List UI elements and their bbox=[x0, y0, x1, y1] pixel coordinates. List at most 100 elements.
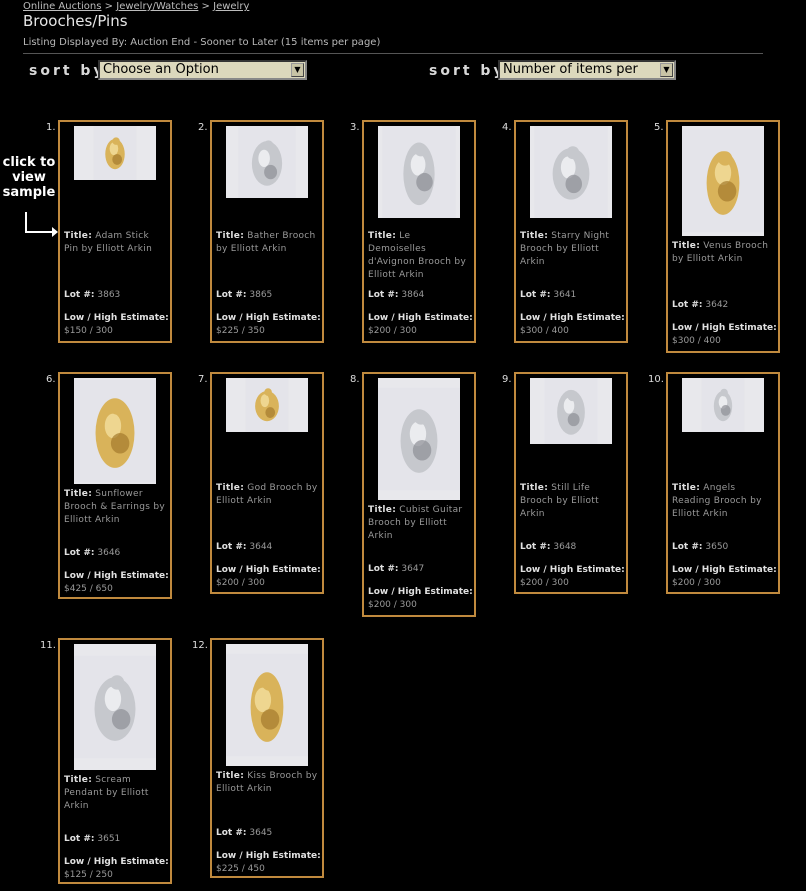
lot-label: Lot #: bbox=[216, 290, 247, 300]
item-lot-number: 3641 bbox=[553, 290, 577, 300]
item-lot-number: 3646 bbox=[97, 548, 121, 558]
item-lot-number: 3644 bbox=[249, 542, 273, 552]
item-photo[interactable] bbox=[378, 126, 460, 218]
dropdown-arrow-icon[interactable]: ▼ bbox=[660, 63, 673, 77]
item-estimate: Low / High Estimate: $300 / 400 bbox=[672, 322, 777, 348]
items-per-page-select[interactable]: Number of items per page ▼ bbox=[498, 60, 676, 93]
item-title: Title: Scream Pendant by Elliott Arkin bbox=[64, 774, 166, 813]
sort-option-value: Choose an Option bbox=[103, 62, 219, 77]
estimate-label: Low / High Estimate: bbox=[64, 857, 169, 867]
dropdown-arrow-icon[interactable]: ▼ bbox=[291, 63, 304, 77]
item-number: 5. bbox=[654, 122, 664, 133]
lot-label: Lot #: bbox=[672, 300, 703, 310]
item-card[interactable]: 5. Title: Venus Brooch by Elliott Arkin Lo… bbox=[654, 120, 780, 353]
item-title: Title: Kiss Brooch by Elliott Arkin bbox=[216, 770, 318, 796]
estimate-label: Low / High Estimate: bbox=[672, 323, 777, 333]
item-title: Title: Starry Night Brooch by Elliott Ar… bbox=[520, 230, 622, 269]
item-card[interactable]: 4. Title: Starry Night Brooch by Elliott … bbox=[502, 120, 628, 343]
item-estimate: Low / High Estimate: $200 / 300 bbox=[672, 564, 777, 590]
item-photo[interactable] bbox=[530, 378, 612, 444]
estimate-label: Low / High Estimate: bbox=[64, 313, 169, 323]
item-lot: Lot #: 3645 bbox=[216, 828, 272, 838]
sort-option-select[interactable]: Choose an Option ▼ bbox=[98, 60, 307, 80]
item-estimate: Low / High Estimate: $125 / 250 bbox=[64, 856, 169, 882]
item-card[interactable]: 1. Title: Adam Stick Pin by Elliott Arkin… bbox=[46, 120, 172, 343]
item-lot: Lot #: 3650 bbox=[672, 542, 728, 552]
item-number: 8. bbox=[350, 374, 360, 385]
lot-label: Lot #: bbox=[368, 290, 399, 300]
item-estimate-value: $200 / 300 bbox=[216, 578, 265, 588]
estimate-label: Low / High Estimate: bbox=[216, 565, 321, 575]
pointer-arrow-icon bbox=[25, 212, 58, 237]
lot-label: Lot #: bbox=[368, 564, 399, 574]
items-per-page-value: Number of items per page bbox=[503, 62, 638, 93]
item-lot-number: 3865 bbox=[249, 290, 273, 300]
item-number: 11. bbox=[40, 640, 56, 651]
item-card[interactable]: 8. Title: Cubist Guitar Brooch by Elliott… bbox=[350, 372, 476, 617]
item-photo[interactable] bbox=[682, 378, 764, 432]
item-lot-number: 3648 bbox=[553, 542, 577, 552]
item-lot-number: 3647 bbox=[401, 564, 425, 574]
item-estimate-value: $200 / 300 bbox=[520, 578, 569, 588]
item-photo[interactable] bbox=[682, 126, 764, 236]
lot-label: Lot #: bbox=[64, 290, 95, 300]
estimate-label: Low / High Estimate: bbox=[64, 571, 169, 581]
title-label: Title: bbox=[216, 771, 245, 781]
item-card[interactable]: 7. Title: God Brooch by Elliott Arkin Lot … bbox=[198, 372, 324, 594]
item-photo[interactable] bbox=[74, 126, 156, 180]
item-title: Title: Bather Brooch by Elliott Arkin bbox=[216, 230, 318, 256]
title-label: Title: bbox=[64, 489, 93, 499]
item-lot: Lot #: 3647 bbox=[368, 564, 424, 574]
item-title: Title: Venus Brooch by Elliott Arkin bbox=[672, 240, 774, 266]
item-lot-number: 3863 bbox=[97, 290, 121, 300]
lot-label: Lot #: bbox=[64, 548, 95, 558]
item-lot: Lot #: 3864 bbox=[368, 290, 424, 300]
breadcrumb-link-jewelry-watches[interactable]: Jewelry/Watches bbox=[116, 1, 198, 12]
item-lot: Lot #: 3651 bbox=[64, 834, 120, 844]
item-photo[interactable] bbox=[74, 644, 156, 770]
item-estimate: Low / High Estimate: $200 / 300 bbox=[520, 564, 625, 590]
item-lot-number: 3642 bbox=[705, 300, 729, 310]
item-number: 9. bbox=[502, 374, 512, 385]
item-card[interactable]: 12. Title: Kiss Brooch by Elliott Arkin Lo… bbox=[192, 638, 324, 878]
item-photo[interactable] bbox=[226, 644, 308, 766]
item-card[interactable]: 11. Title: Scream Pendant by Elliott Arki… bbox=[40, 638, 172, 884]
item-photo[interactable] bbox=[378, 378, 460, 500]
item-estimate: Low / High Estimate: $300 / 400 bbox=[520, 312, 625, 338]
lot-label: Lot #: bbox=[216, 542, 247, 552]
item-estimate: Low / High Estimate: $200 / 300 bbox=[368, 312, 473, 338]
title-label: Title: bbox=[368, 505, 397, 515]
breadcrumb-link-online-auctions[interactable]: Online Auctions bbox=[23, 1, 101, 12]
item-estimate-value: $200 / 300 bbox=[368, 326, 417, 336]
item-lot: Lot #: 3644 bbox=[216, 542, 272, 552]
listing-info: Listing Displayed By: Auction End - Soon… bbox=[23, 37, 381, 48]
breadcrumb-link-jewelry[interactable]: Jewelry bbox=[213, 1, 249, 12]
item-title: Title: Sunflower Brooch & Earrings by El… bbox=[64, 488, 166, 527]
item-title: Title: Cubist Guitar Brooch by Elliott A… bbox=[368, 504, 470, 543]
item-card[interactable]: 2. Title: Bather Brooch by Elliott Arkin L… bbox=[198, 120, 324, 343]
item-photo[interactable] bbox=[226, 126, 308, 198]
page-title: Brooches/Pins bbox=[23, 12, 128, 30]
title-label: Title: bbox=[520, 231, 549, 241]
item-card[interactable]: 9. Title: Still Life Brooch by Elliott Ar… bbox=[502, 372, 628, 594]
estimate-label: Low / High Estimate: bbox=[520, 313, 625, 323]
item-card[interactable]: 10. Title: Angels Reading Brooch by Ellio… bbox=[648, 372, 780, 594]
item-estimate-value: $200 / 300 bbox=[672, 578, 721, 588]
item-photo[interactable] bbox=[226, 378, 308, 432]
item-card[interactable]: 6. Title: Sunflower Brooch & Earrings by … bbox=[46, 372, 172, 599]
item-card[interactable]: 3. Title: Le Demoiselles d'Avignon Brooch… bbox=[350, 120, 476, 343]
title-label: Title: bbox=[64, 775, 93, 785]
item-lot-number: 3864 bbox=[401, 290, 425, 300]
lot-label: Lot #: bbox=[672, 542, 703, 552]
item-lot: Lot #: 3646 bbox=[64, 548, 120, 558]
estimate-label: Low / High Estimate: bbox=[216, 851, 321, 861]
item-photo[interactable] bbox=[74, 378, 156, 484]
click-to-view-hint: click to view sample bbox=[2, 155, 56, 200]
item-estimate-value: $300 / 400 bbox=[672, 336, 721, 346]
item-lot: Lot #: 3641 bbox=[520, 290, 576, 300]
item-estimate: Low / High Estimate: $225 / 450 bbox=[216, 850, 321, 876]
item-title: Title: Angels Reading Brooch by Elliott … bbox=[672, 482, 774, 521]
item-estimate-value: $125 / 250 bbox=[64, 870, 113, 880]
item-photo[interactable] bbox=[530, 126, 612, 218]
item-number: 4. bbox=[502, 122, 512, 133]
